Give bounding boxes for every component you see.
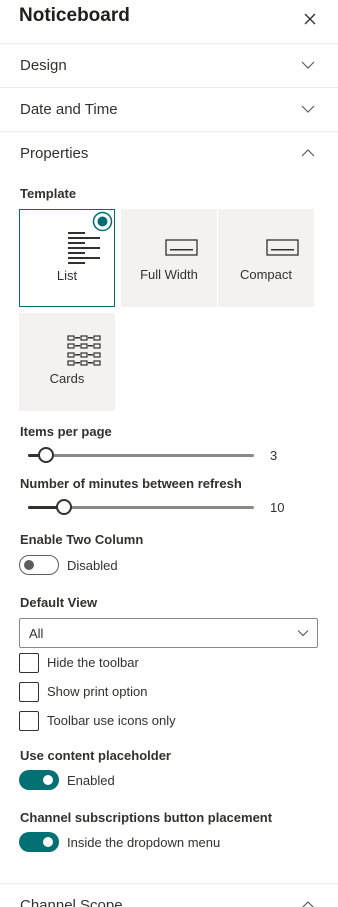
content-placeholder-state: Enabled — [67, 773, 115, 788]
show-print-option-checkbox[interactable]: Show print option — [19, 682, 299, 702]
items-per-page-slider[interactable] — [28, 447, 254, 463]
toggle-knob — [24, 560, 34, 570]
template-option-compact-label: Compact — [239, 267, 293, 282]
template-option-list-label: List — [56, 268, 78, 283]
slider-track — [28, 454, 254, 457]
refresh-minutes-label: Number of minutes between refresh — [20, 476, 242, 491]
radio-selected-icon — [92, 211, 113, 232]
template-option-compact[interactable]: Compact — [218, 209, 314, 307]
section-channel-scope-label: Channel Scope — [20, 897, 123, 907]
refresh-minutes-slider[interactable] — [28, 499, 254, 515]
cards-template-icon — [67, 335, 101, 366]
section-properties[interactable]: Properties — [0, 132, 338, 176]
refresh-minutes-value: 10 — [270, 500, 285, 515]
toggle-knob — [43, 775, 53, 785]
show-print-option-label: Show print option — [47, 684, 148, 699]
chevron-down-icon — [297, 630, 309, 637]
section-design-label: Design — [20, 57, 67, 74]
template-label: Template — [20, 186, 77, 201]
two-column-label: Enable Two Column — [20, 532, 144, 547]
section-channel-scope[interactable]: Channel Scope — [0, 884, 338, 907]
list-template-icon — [68, 232, 100, 264]
content-placeholder-label: Use content placeholder — [20, 748, 171, 763]
template-option-full-width-label: Full Width — [140, 267, 198, 282]
toggle-knob — [43, 837, 53, 847]
slider-thumb[interactable] — [56, 499, 72, 515]
channel-subscriptions-label: Channel subscriptions button placement — [20, 810, 273, 825]
close-icon[interactable] — [300, 9, 320, 29]
template-option-list[interactable]: List — [19, 209, 115, 307]
full-width-template-icon — [165, 239, 198, 256]
content-placeholder-toggle[interactable] — [19, 770, 59, 790]
chevron-down-icon — [301, 105, 315, 113]
hide-toolbar-checkbox[interactable]: Hide the toolbar — [19, 653, 299, 673]
checkbox-box[interactable] — [19, 653, 39, 673]
template-option-full-width[interactable]: Full Width — [121, 209, 217, 307]
checkbox-box[interactable] — [19, 682, 39, 702]
template-option-cards-label: Cards — [49, 371, 85, 386]
channel-subscriptions-state: Inside the dropdown menu — [67, 835, 221, 850]
default-view-value: All — [29, 626, 44, 641]
slider-thumb[interactable] — [38, 447, 54, 463]
chevron-up-icon — [301, 149, 315, 157]
section-design[interactable]: Design — [0, 44, 338, 88]
default-view-dropdown[interactable]: All — [19, 618, 318, 648]
section-date-time-label: Date and Time — [20, 101, 118, 118]
two-column-state: Disabled — [67, 558, 118, 573]
default-view-label: Default View — [20, 595, 98, 610]
toolbar-icons-only-checkbox[interactable]: Toolbar use icons only — [19, 711, 299, 731]
chevron-down-icon — [301, 61, 315, 69]
checkbox-box[interactable] — [19, 711, 39, 731]
section-date-time[interactable]: Date and Time — [0, 88, 338, 132]
hide-toolbar-label: Hide the toolbar — [47, 655, 139, 670]
channel-subscriptions-toggle[interactable] — [19, 832, 59, 852]
toolbar-icons-only-label: Toolbar use icons only — [47, 713, 176, 728]
items-per-page-value: 3 — [270, 448, 278, 463]
panel-title: Noticeboard — [19, 5, 130, 26]
compact-template-icon — [266, 239, 299, 256]
section-properties-label: Properties — [20, 145, 89, 162]
two-column-toggle[interactable] — [19, 555, 59, 575]
template-option-cards[interactable]: Cards — [19, 313, 115, 411]
items-per-page-label: Items per page — [20, 424, 112, 439]
panel-header: Noticeboard — [0, 0, 338, 44]
chevron-up-icon — [302, 901, 314, 907]
